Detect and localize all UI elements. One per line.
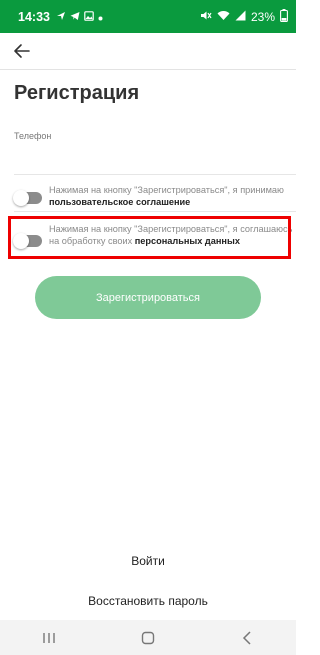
- agreement-toggle[interactable]: [13, 190, 42, 206]
- back-nav-icon[interactable]: [232, 623, 262, 653]
- battery-percent: 23%: [250, 9, 275, 24]
- battery-icon: [280, 8, 288, 25]
- header-divider: [0, 69, 296, 70]
- toggle-knob: [13, 190, 29, 206]
- gallery-icon: [84, 10, 94, 24]
- phone-field[interactable]: Телефон: [14, 120, 296, 175]
- consent-text: Нажимая на кнопку "Зарегистрироваться", …: [49, 185, 284, 195]
- signal-icon: [235, 10, 246, 24]
- login-link[interactable]: Войти: [0, 554, 296, 568]
- wifi-icon: [217, 10, 230, 24]
- status-time: 14:33: [18, 9, 50, 24]
- navigation-arrow-icon: [56, 10, 66, 24]
- user-agreement-link[interactable]: пользовательское соглашение: [49, 197, 190, 207]
- restore-password-link[interactable]: Восстановить пароль: [0, 594, 296, 608]
- recent-apps-icon[interactable]: [34, 623, 64, 653]
- telegram-icon: [70, 10, 80, 24]
- register-button[interactable]: Зарегистрироваться: [35, 276, 261, 319]
- dot-icon: [98, 10, 103, 24]
- consent-divider: [14, 211, 296, 212]
- system-nav-bar: [0, 620, 296, 655]
- agreement-consent-text: Нажимая на кнопку "Зарегистрироваться", …: [49, 184, 294, 208]
- back-arrow-icon[interactable]: [10, 39, 34, 63]
- app-bar: [0, 33, 296, 69]
- home-icon[interactable]: [133, 623, 163, 653]
- page-title: Регистрация: [14, 82, 140, 104]
- highlight-box: [8, 216, 291, 259]
- status-bar: 14:33 23%: [0, 0, 296, 33]
- phone-label: Телефон: [14, 131, 52, 141]
- mute-icon: [200, 10, 212, 24]
